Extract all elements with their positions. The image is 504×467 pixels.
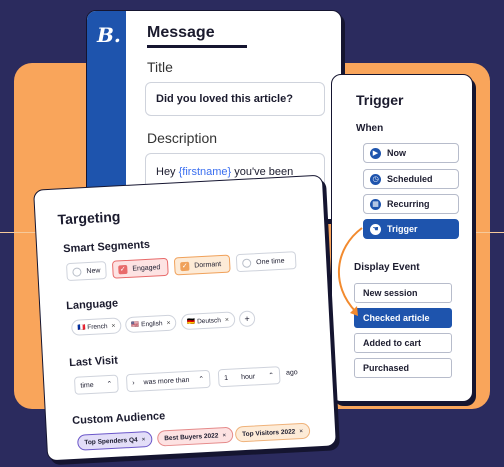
language-label-text: French bbox=[87, 322, 108, 331]
last-visit-label: Last Visit bbox=[68, 354, 119, 370]
targeting-card: Targeting Smart Segments New ✓ Engaged ✓ D… bbox=[33, 174, 337, 462]
close-icon[interactable]: × bbox=[111, 322, 115, 329]
segment-label: One time bbox=[255, 257, 285, 266]
chevron-updown-icon: ⌃ bbox=[198, 376, 205, 384]
chevron-updown-icon: ⌃ bbox=[268, 372, 275, 380]
segment-engaged[interactable]: ✓ Engaged bbox=[111, 257, 169, 279]
time-unit-select[interactable]: time ⌃ bbox=[73, 374, 119, 395]
amount-value: 1 bbox=[224, 374, 229, 382]
check-icon: ✓ bbox=[118, 264, 128, 274]
add-language-button[interactable]: + bbox=[238, 310, 256, 328]
custom-audience-label: Custom Audience bbox=[71, 410, 166, 428]
flag-icon: 🇫🇷 bbox=[77, 324, 86, 332]
segment-label: Engaged bbox=[132, 263, 161, 273]
radio-icon bbox=[241, 257, 252, 268]
flag-icon: 🇩🇪 bbox=[187, 318, 196, 326]
language-chip-french[interactable]: 🇫🇷 French × bbox=[70, 317, 122, 336]
language-label-text: Deutsch bbox=[196, 316, 222, 325]
select-value: time bbox=[80, 381, 94, 390]
close-icon[interactable]: × bbox=[299, 427, 303, 434]
audience-label: Best Buyers 2022 bbox=[164, 431, 219, 442]
language-chip-deutsch[interactable]: 🇩🇪 Deutsch × bbox=[180, 311, 236, 331]
audience-tag-top-visitors[interactable]: Top Visitors 2022 × bbox=[234, 422, 311, 443]
audience-label: Top Spenders Q4 bbox=[84, 436, 138, 446]
audience-tag-best-buyers[interactable]: Best Buyers 2022 × bbox=[156, 426, 234, 447]
check-icon: ✓ bbox=[180, 261, 190, 271]
segment-dormant[interactable]: ✓ Dormant bbox=[173, 254, 231, 276]
connector-curve bbox=[337, 227, 363, 313]
language-label-text: English bbox=[140, 319, 163, 328]
chevron-right-icon: › bbox=[132, 379, 135, 387]
chevron-updown-icon: ⌃ bbox=[106, 380, 113, 389]
close-icon[interactable]: × bbox=[141, 436, 145, 443]
close-icon[interactable]: × bbox=[222, 432, 226, 439]
smart-segments-label: Smart Segments bbox=[62, 238, 151, 256]
amount-input[interactable]: 1 hour ⌃ bbox=[217, 366, 281, 388]
close-icon[interactable]: × bbox=[225, 316, 229, 323]
radio-icon bbox=[72, 266, 82, 277]
audience-tag-top-spenders[interactable]: Top Spenders Q4 × bbox=[76, 430, 153, 451]
segment-new[interactable]: New bbox=[65, 261, 107, 282]
close-icon[interactable]: × bbox=[166, 319, 170, 326]
select-value: was more than bbox=[143, 376, 190, 386]
segment-label: Dormant bbox=[194, 260, 222, 269]
targeting-title: Targeting bbox=[57, 208, 121, 228]
ago-suffix: ago bbox=[285, 369, 298, 377]
period-value: hour bbox=[240, 372, 256, 381]
language-label: Language bbox=[65, 297, 119, 313]
segment-one-time[interactable]: One time bbox=[235, 251, 297, 273]
audience-label: Top Visitors 2022 bbox=[241, 427, 296, 438]
comparator-select[interactable]: › was more than ⌃ bbox=[125, 369, 211, 393]
segment-label: New bbox=[86, 266, 101, 275]
flag-icon: 🇺🇸 bbox=[131, 321, 140, 329]
language-chip-english[interactable]: 🇺🇸 English × bbox=[124, 314, 177, 334]
